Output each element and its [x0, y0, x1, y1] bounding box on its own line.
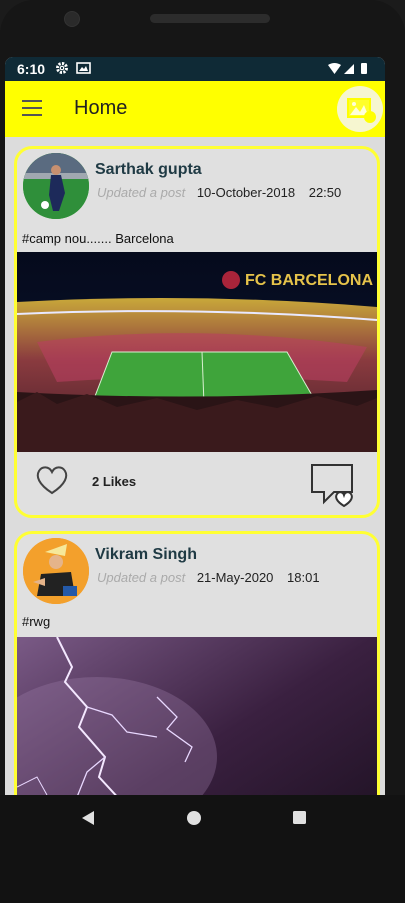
phone-frame: 6:10 Home Sarthak gupta Updated a post 1… [0, 0, 405, 903]
page-title: Home [74, 97, 128, 119]
post-image[interactable] [17, 637, 377, 795]
image-overlay-text: FC BARCELONA [245, 272, 373, 289]
post-date: 10-October-2018 [196, 185, 296, 200]
hamburger-menu-icon[interactable] [22, 100, 42, 116]
app-bar: Home [5, 81, 385, 137]
system-status-icons [328, 63, 367, 74]
like-heart-icon[interactable] [35, 464, 69, 496]
gear-icon [56, 62, 68, 74]
signal-icon [344, 64, 354, 74]
status-bar: 6:10 [5, 57, 385, 81]
recents-icon[interactable] [292, 810, 307, 825]
post-meta: Updated a post 10-October-2018 22:50 [97, 185, 341, 200]
post-meta: Updated a post 21-May-2020 18:01 [97, 570, 320, 585]
post-actions: 2 Likes [17, 452, 377, 515]
comment-heart-icon[interactable] [308, 462, 358, 508]
likes-count[interactable]: 2 Likes [92, 474, 136, 489]
image-icon [76, 62, 91, 74]
home-icon[interactable] [186, 810, 202, 826]
lightning-photo [17, 637, 377, 795]
earpiece-speaker [150, 14, 270, 23]
avatar-photo [23, 153, 89, 219]
post-caption: #camp nou....... Barcelona [22, 231, 174, 246]
wifi-icon [328, 63, 341, 74]
avatar[interactable] [23, 538, 89, 604]
post-time: 22:50 [308, 185, 342, 200]
post-caption: #rwg [22, 614, 51, 629]
post-image[interactable]: FC BARCELONA [17, 252, 377, 452]
post-card: Sarthak gupta Updated a post 10-October-… [14, 146, 380, 518]
status-time: 6:10 [17, 61, 46, 77]
post-date: 21-May-2020 [196, 570, 274, 585]
post-card: Vikram Singh Updated a post 21-May-2020 … [14, 531, 380, 795]
navigation-bar [0, 795, 405, 903]
battery-icon [361, 63, 367, 74]
post-username[interactable]: Vikram Singh [95, 546, 197, 564]
post-time: 18:01 [287, 570, 320, 585]
back-icon[interactable] [80, 810, 96, 826]
avatar-photo [23, 538, 89, 604]
app-screen: 6:10 Home Sarthak gupta Updated a post 1… [5, 57, 385, 795]
front-camera [64, 11, 80, 27]
add-image-icon [347, 98, 376, 123]
add-image-button[interactable] [337, 86, 383, 132]
updated-label: Updated a post [97, 185, 186, 200]
avatar[interactable] [23, 153, 89, 219]
stadium-photo: FC BARCELONA [17, 252, 377, 452]
updated-label: Updated a post [97, 570, 186, 585]
post-username[interactable]: Sarthak gupta [95, 161, 202, 179]
